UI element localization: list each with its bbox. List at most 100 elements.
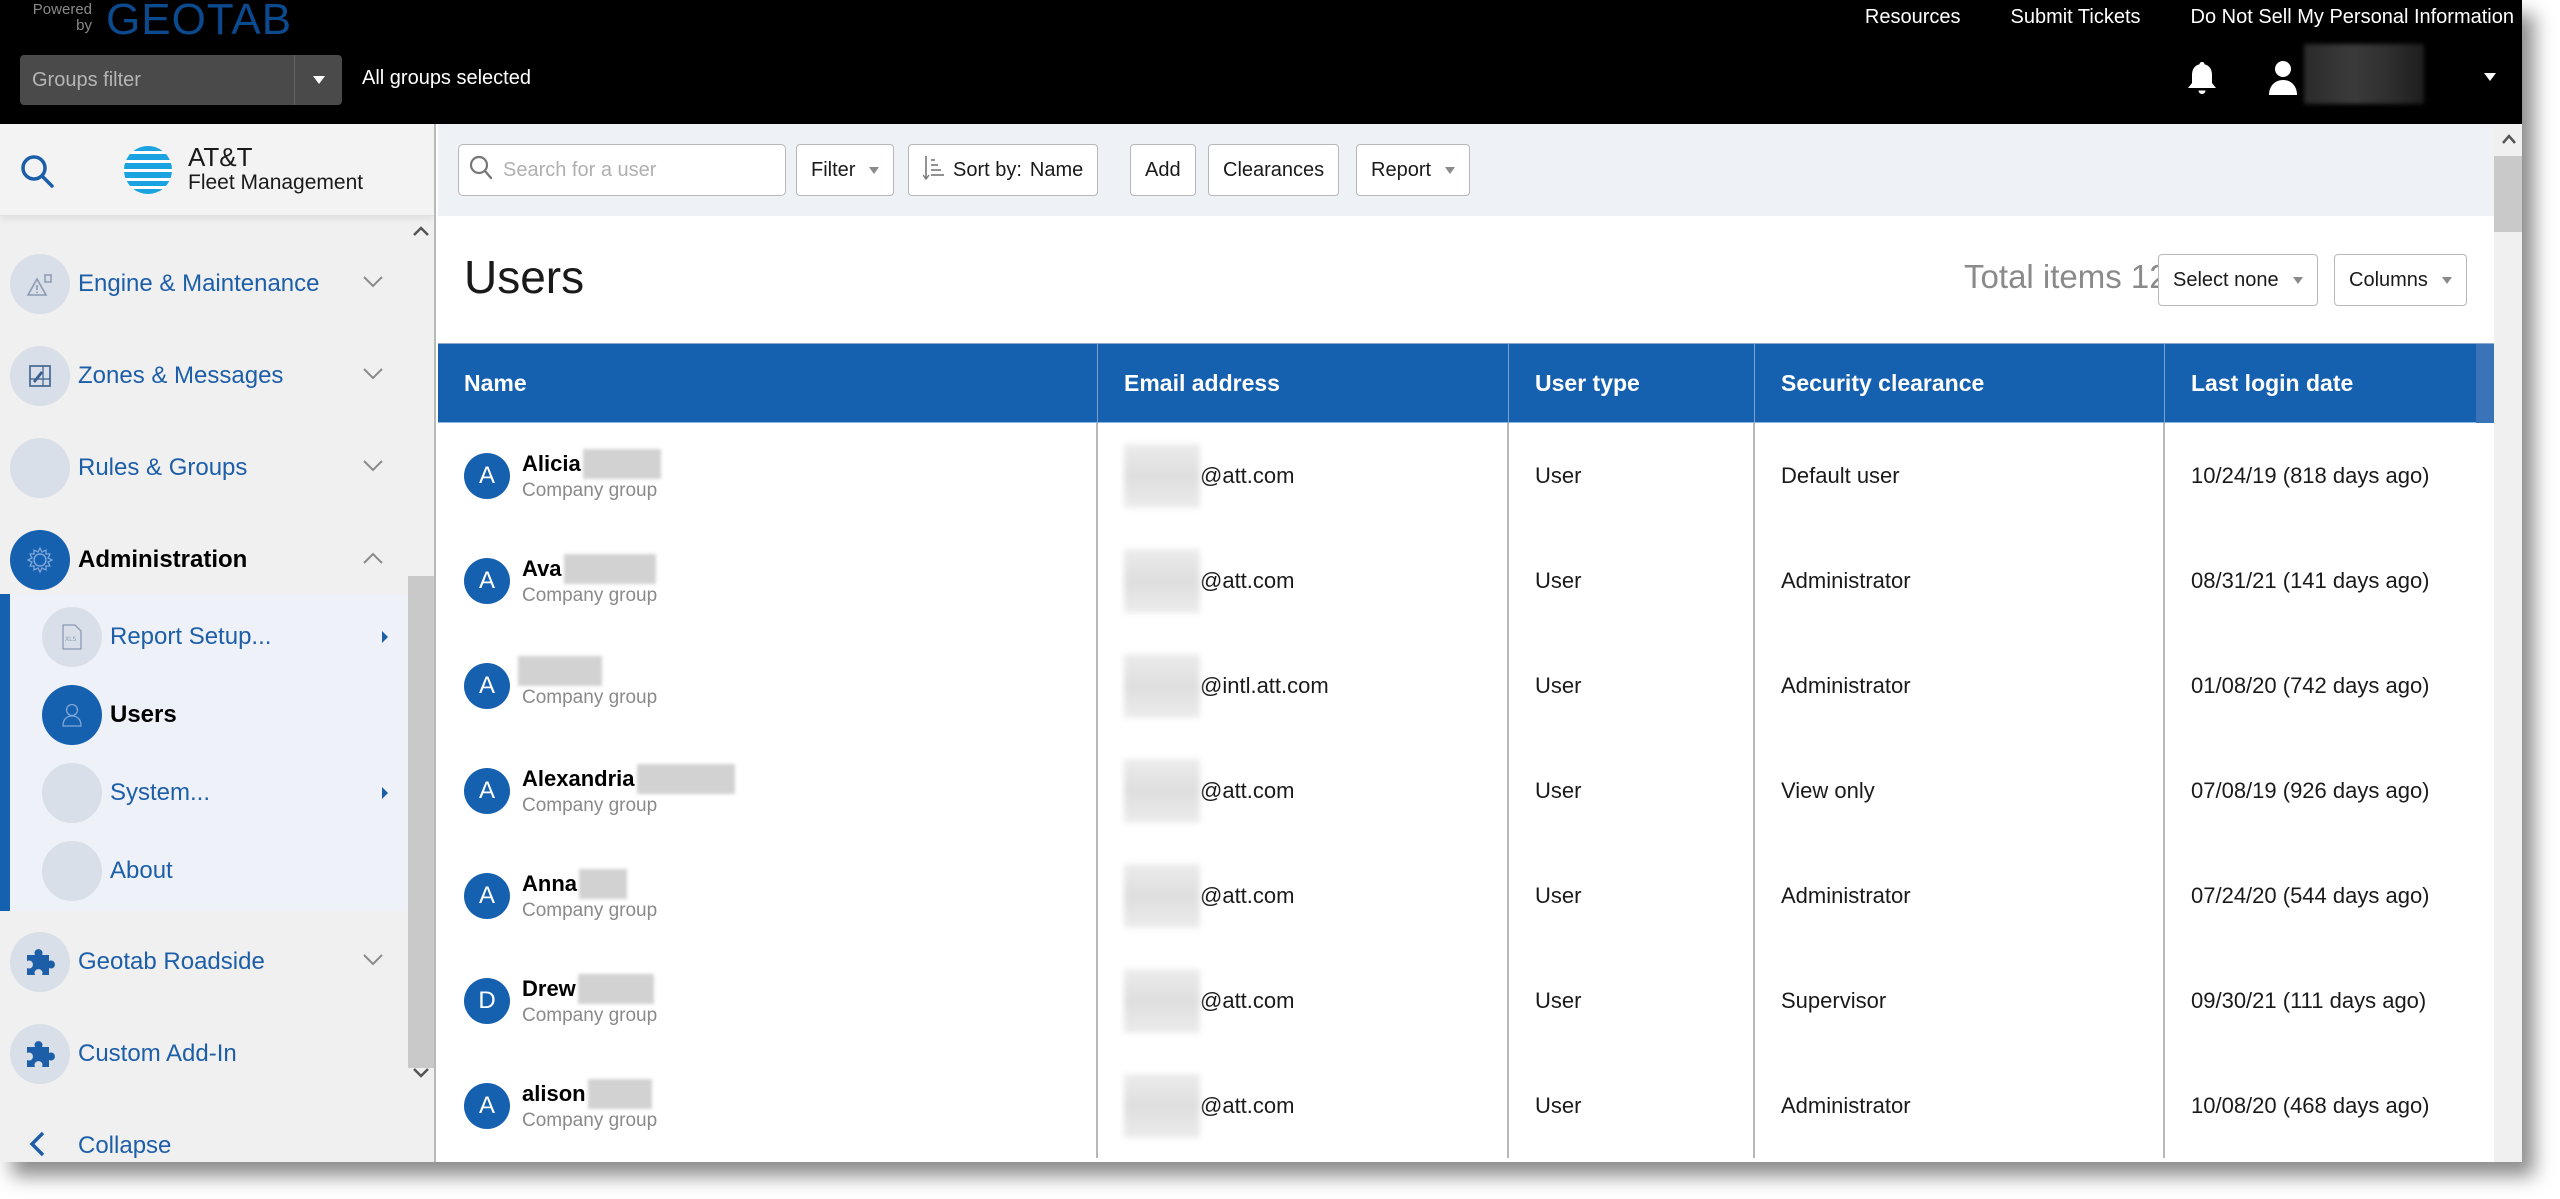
chevron-right-icon: [382, 787, 388, 799]
user-search-box[interactable]: [458, 144, 786, 196]
table-row[interactable]: A alison Company group @att.com User Adm…: [438, 1053, 2494, 1158]
name-cell[interactable]: A Company group: [438, 633, 1098, 738]
bell-icon[interactable]: [2185, 60, 2219, 101]
caret-down-icon: [312, 76, 325, 84]
sidebar-item-about[interactable]: About: [10, 832, 408, 910]
sidebar-item-rules-groups[interactable]: Rules & Groups: [0, 428, 408, 508]
name-block: Ava Company group: [522, 553, 657, 608]
sort-button[interactable]: Sort by: Name: [908, 144, 1099, 196]
last-name-redacted: [577, 973, 654, 1004]
email-cell: @att.com: [1098, 1053, 1509, 1158]
chevron-down-icon: [362, 367, 384, 386]
column-header-email[interactable]: Email address: [1098, 344, 1509, 423]
sort-value: Name: [1029, 158, 1084, 181]
add-button[interactable]: Add: [1130, 144, 1196, 196]
name-cell[interactable]: D Drew Company group: [438, 948, 1098, 1053]
last-name-redacted: [582, 448, 661, 479]
email-domain: @att.com: [1200, 462, 1295, 488]
user-name-redacted[interactable]: [2304, 44, 2424, 104]
scroll-up-icon[interactable]: [2501, 132, 2517, 150]
sidebar-item-users[interactable]: Users: [10, 676, 408, 754]
sidebar-collapse-button[interactable]: Collapse: [0, 1106, 408, 1162]
name-cell[interactable]: A alison Company group: [438, 1053, 1098, 1158]
avatar-initial: A: [478, 566, 495, 594]
chevron-down-icon: [362, 275, 384, 294]
avatar: A: [464, 1082, 510, 1129]
user-first-name: Ava: [522, 555, 562, 581]
report-button[interactable]: Report: [1356, 144, 1471, 196]
last-name-redacted: [579, 868, 627, 899]
columns-button[interactable]: Columns: [2334, 254, 2467, 306]
filter-button[interactable]: Filter: [796, 144, 895, 196]
user-first-name: Anna: [522, 870, 577, 896]
columns-label: Columns: [2349, 268, 2428, 291]
table-row[interactable]: A Anna Company group @att.com User Admin…: [438, 843, 2494, 948]
caret-down-icon[interactable]: [2484, 73, 2496, 81]
security-clearance-cell: Administrator: [1755, 843, 2165, 948]
user-group: Company group: [522, 686, 658, 708]
sidebar-item-system[interactable]: System...: [10, 754, 408, 832]
main-scrollbar-thumb[interactable]: [2494, 156, 2522, 232]
groups-filter[interactable]: Groups filter: [20, 55, 342, 105]
name-cell[interactable]: A Alicia Company group: [438, 423, 1098, 528]
email-domain: @att.com: [1200, 1092, 1295, 1118]
resources-link[interactable]: Resources: [1865, 6, 1961, 29]
sidebar-item-geotab-roadside[interactable]: Geotab Roadside: [0, 922, 408, 1002]
table-row[interactable]: A Ava Company group @att.com User Admini…: [438, 528, 2494, 633]
sidebar-scroll-down-icon[interactable]: [412, 1066, 430, 1084]
user-group: Company group: [522, 794, 658, 816]
name-cell[interactable]: A Anna Company group: [438, 843, 1098, 948]
sidebar-item-administration[interactable]: Administration: [0, 520, 408, 600]
att-globe-logo: [122, 144, 174, 201]
sidebar-scroll-up-icon[interactable]: [412, 224, 430, 242]
groups-filter-input[interactable]: Groups filter: [20, 55, 294, 105]
name-cell[interactable]: A Alexandria Company group: [438, 738, 1098, 843]
sidebar-item-zones-messages[interactable]: Zones & Messages: [0, 336, 408, 416]
sidebar-scrollbar-thumb[interactable]: [408, 576, 434, 1068]
avatar-initial: D: [478, 986, 496, 1014]
about-icon: [42, 841, 102, 901]
avatar-initial: A: [478, 461, 495, 489]
sidebar-item-custom-add-in[interactable]: Custom Add-In: [0, 1014, 408, 1094]
do-not-sell-link[interactable]: Do Not Sell My Personal Information: [2191, 6, 2514, 29]
select-none-label: Select none: [2173, 268, 2279, 291]
table-body: A Alicia Company group @att.com User Def…: [438, 423, 2494, 1158]
sort-prefix: Sort by:: [953, 158, 1022, 181]
user-type-cell: User: [1509, 948, 1755, 1053]
table-row[interactable]: A Company group @intl.att.com User Admin…: [438, 633, 2494, 738]
table-row[interactable]: A Alicia Company group @att.com User Def…: [438, 423, 2494, 528]
submit-tickets-link[interactable]: Submit Tickets: [2010, 6, 2140, 29]
engine-warning-icon: [10, 254, 70, 314]
column-header-user-type[interactable]: User type: [1509, 344, 1755, 423]
geotab-brand: Powered by GEOTAB: [20, 0, 292, 42]
att-brand-text: AT&T Fleet Management: [188, 144, 363, 196]
security-clearance-cell: Administrator: [1755, 1053, 2165, 1158]
table-row[interactable]: A Alexandria Company group @att.com User…: [438, 738, 2494, 843]
groups-status: All groups selected: [362, 67, 531, 89]
clearances-button[interactable]: Clearances: [1208, 144, 1340, 196]
last-login-cell: 10/24/19 (818 days ago): [2191, 462, 2430, 488]
main-scrollbar[interactable]: [2494, 124, 2522, 1162]
user-search-input[interactable]: [503, 158, 773, 182]
groups-filter-dropdown-button[interactable]: [294, 55, 342, 105]
email-local-part-redacted: [1124, 1073, 1200, 1138]
last-login-cell: 08/31/21 (141 days ago): [2191, 567, 2430, 593]
user-icon[interactable]: [2268, 60, 2298, 101]
email-cell: @intl.att.com: [1098, 633, 1509, 738]
sidebar-item-engine-maintenance[interactable]: Engine & Maintenance: [0, 244, 408, 324]
column-header-name[interactable]: Name: [438, 344, 1098, 423]
sidebar-item-report-setup[interactable]: XLS Report Setup...: [10, 598, 408, 676]
email-local-part-redacted: [1124, 758, 1200, 823]
email-local-part-redacted: [1124, 548, 1200, 613]
select-none-button[interactable]: Select none: [2158, 254, 2318, 306]
search-icon[interactable]: [20, 154, 54, 193]
email-cell: @att.com: [1098, 423, 1509, 528]
avatar: A: [464, 557, 510, 604]
name-cell[interactable]: A Ava Company group: [438, 528, 1098, 633]
email-domain: @att.com: [1200, 987, 1295, 1013]
name-line: Drew: [522, 973, 657, 1004]
column-header-security-clearance[interactable]: Security clearance: [1755, 344, 2165, 423]
user-group: Company group: [522, 479, 658, 501]
column-header-last-login[interactable]: Last login date: [2165, 344, 2494, 423]
table-row[interactable]: D Drew Company group @att.com User Super…: [438, 948, 2494, 1053]
